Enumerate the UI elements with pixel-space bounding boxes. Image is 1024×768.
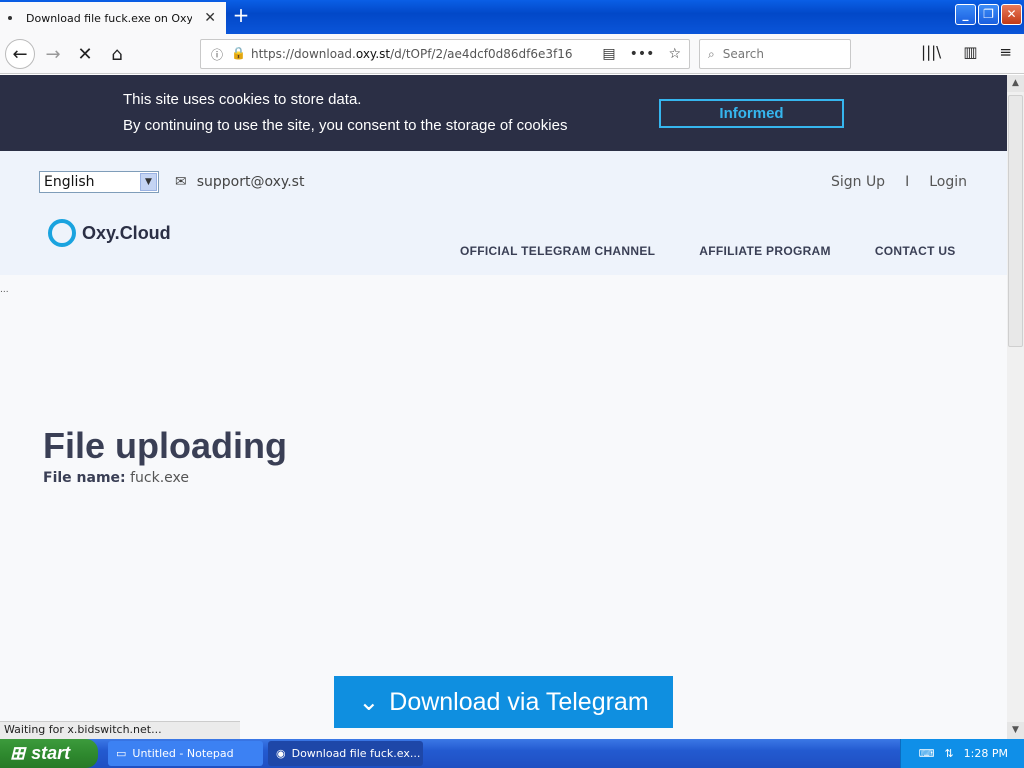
navigation-toolbar: ← → ✕ ⌂ ⓘ 🔒 https://download.oxy.st/d/tO…	[0, 34, 1024, 74]
network-icon[interactable]: ⇅	[944, 747, 953, 760]
notepad-icon: ▭	[116, 747, 127, 760]
forward-button[interactable]: →	[38, 39, 68, 69]
taskbar-item-browser[interactable]: ◉ Download file fuck.ex...	[268, 741, 423, 766]
taskbar-item-label: Untitled - Notepad	[132, 747, 234, 760]
window-titlebar: Download file fuck.exe on Oxy.Cloud ✕ + …	[0, 0, 1024, 34]
chevron-down-icon[interactable]: ▼	[140, 173, 157, 191]
taskbar-item-label: Download file fuck.ex...	[291, 747, 421, 760]
bookmark-star-icon[interactable]: ☆	[668, 46, 681, 62]
main-menu: OFFICIAL TELEGRAM CHANNEL AFFILIATE PROG…	[460, 244, 956, 258]
system-tray: ⌨ ⇅ 1:28 PM	[900, 739, 1024, 768]
scroll-thumb[interactable]	[1008, 95, 1023, 347]
page-title: File uploading	[43, 425, 287, 466]
page-viewport: This site uses cookies to store data. By…	[0, 75, 1007, 739]
library-icon[interactable]: |||\	[921, 43, 941, 61]
menu-contact-us[interactable]: CONTACT US	[875, 244, 956, 258]
cookie-text-line1: This site uses cookies to store data.	[123, 91, 362, 108]
start-label: start	[31, 743, 71, 763]
taskbar-item-notepad[interactable]: ▭ Untitled - Notepad	[108, 741, 263, 766]
clock[interactable]: 1:28 PM	[964, 747, 1008, 760]
site-header: English ▼ ✉ support@oxy.st Sign Up I Log…	[0, 151, 1007, 275]
close-window-button[interactable]: ✕	[1001, 4, 1022, 25]
scroll-down-icon[interactable]: ▼	[1007, 722, 1024, 739]
site-logo[interactable]: Oxy.Cloud	[48, 219, 171, 247]
file-name-label: File name:	[43, 470, 126, 486]
stop-button[interactable]: ✕	[70, 39, 100, 69]
reader-view-icon[interactable]: ▤	[602, 46, 615, 62]
keyboard-icon[interactable]: ⌨	[919, 747, 935, 760]
logo-icon	[48, 219, 76, 247]
url-bar[interactable]: ⓘ 🔒 https://download.oxy.st/d/tOPf/2/ae4…	[200, 39, 690, 69]
lock-icon[interactable]: 🔒	[231, 46, 246, 63]
language-select[interactable]: English ▼	[39, 171, 159, 193]
toolbar-tools: |||\ ▥ ≡	[921, 43, 1012, 61]
minimize-button[interactable]: _	[955, 4, 976, 25]
support-email[interactable]: ✉ support@oxy.st	[175, 174, 304, 190]
new-tab-button[interactable]: +	[230, 4, 252, 28]
menu-telegram-channel[interactable]: OFFICIAL TELEGRAM CHANNEL	[460, 244, 655, 258]
home-button[interactable]: ⌂	[102, 39, 132, 69]
restore-button[interactable]: ❐	[978, 4, 999, 25]
tab-close-icon[interactable]: ✕	[204, 10, 216, 26]
download-button-label: Download via Telegram	[389, 687, 649, 716]
start-button[interactable]: ⊞ start	[0, 739, 98, 768]
back-button[interactable]: ←	[5, 39, 35, 69]
file-name-row: File name: fuck.exe	[43, 470, 189, 486]
tab-title: Download file fuck.exe on Oxy.Cloud	[26, 11, 192, 25]
windows-taskbar: ⊞ start ▭ Untitled - Notepad ◉ Download …	[0, 739, 1024, 768]
download-telegram-button[interactable]: ⌄ Download via Telegram	[334, 676, 673, 728]
cookie-banner: This site uses cookies to store data. By…	[0, 75, 1007, 151]
cookie-accept-button[interactable]: Informed	[659, 99, 844, 128]
page-actions-icon[interactable]: •••	[630, 46, 655, 62]
search-placeholder: Search	[722, 47, 764, 61]
signup-link[interactable]: Sign Up	[831, 174, 885, 190]
vertical-scrollbar[interactable]: ▲ ▼	[1007, 75, 1024, 739]
search-box[interactable]: ⌕ Search	[699, 39, 851, 69]
scroll-up-icon[interactable]: ▲	[1007, 75, 1024, 92]
auth-links: Sign Up I Login	[831, 174, 967, 190]
login-link[interactable]: Login	[929, 174, 967, 190]
windows-logo-icon: ⊞	[10, 743, 26, 763]
double-chevron-down-icon: ⌄	[358, 688, 380, 716]
cookie-text-line2: By continuing to use the site, you conse…	[123, 117, 568, 134]
info-icon[interactable]: ⓘ	[211, 46, 223, 63]
sidebar-icon[interactable]: ▥	[963, 43, 977, 61]
window-controls: _ ❐ ✕	[955, 4, 1022, 25]
status-bar: Waiting for x.bidswitch.net...	[0, 721, 240, 739]
envelope-icon: ✉	[175, 174, 187, 190]
language-value: English	[44, 174, 95, 190]
menu-affiliate-program[interactable]: AFFILIATE PROGRAM	[699, 244, 831, 258]
browser-tab[interactable]: Download file fuck.exe on Oxy.Cloud ✕	[0, 2, 226, 34]
url-text[interactable]: https://download.oxy.st/d/tOPf/2/ae4dcf0…	[251, 47, 591, 61]
loading-ellipsis: ...	[0, 285, 9, 295]
file-name-value: fuck.exe	[130, 470, 189, 486]
auth-separator: I	[905, 174, 910, 190]
support-email-text[interactable]: support@oxy.st	[197, 174, 305, 190]
logo-text: Oxy.Cloud	[82, 222, 171, 243]
search-icon: ⌕	[708, 46, 715, 61]
firefox-icon: ◉	[276, 747, 286, 760]
menu-icon[interactable]: ≡	[999, 43, 1012, 61]
tab-loading-icon	[8, 16, 12, 20]
